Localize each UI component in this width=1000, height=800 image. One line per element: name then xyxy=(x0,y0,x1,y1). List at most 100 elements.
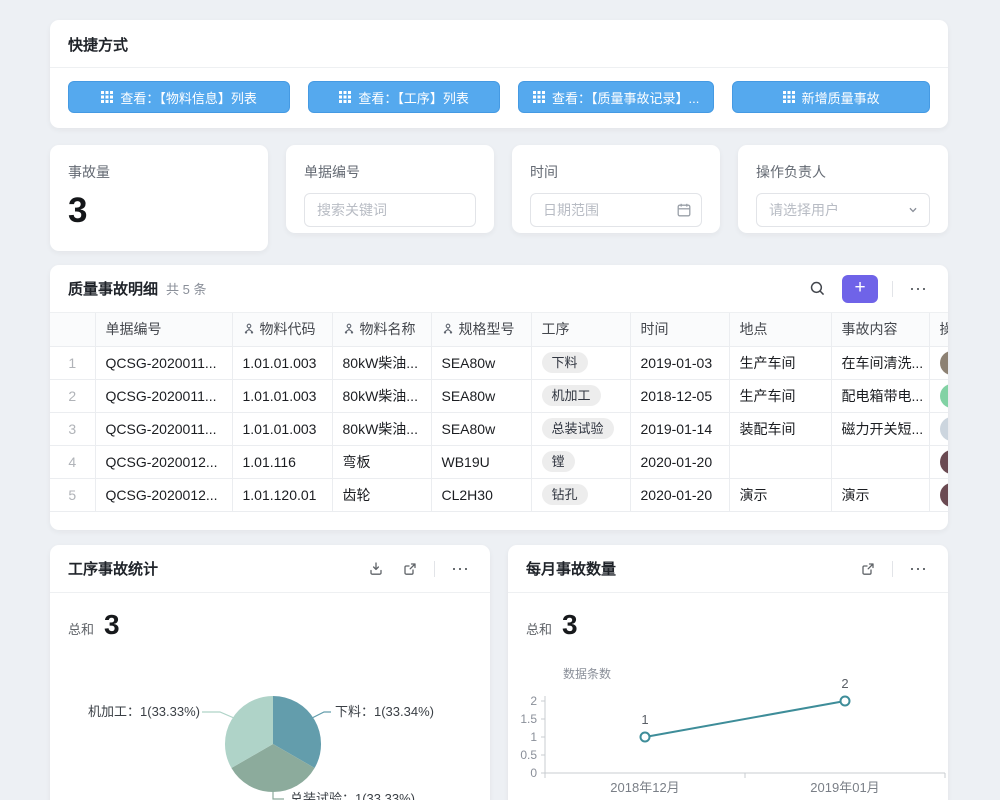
line-total-value: 3 xyxy=(562,609,578,641)
table-more-button[interactable]: ⋯ xyxy=(907,278,930,300)
table-toolbar: + ⋯ xyxy=(807,275,930,303)
cell-material-code: 1.01.116 xyxy=(232,445,332,478)
operator-select[interactable]: 请选择用户 xyxy=(756,193,930,227)
cell-date: 2019-01-03 xyxy=(630,346,729,379)
shortcut-button-incident-records[interactable]: 查看：【质量事故记录】... xyxy=(518,81,714,113)
x-tick-label: 2018年12月 xyxy=(610,780,679,795)
shortcut-button-new-incident[interactable]: 新增质量事故 xyxy=(732,81,930,113)
process-tag: 钻孔 xyxy=(542,484,588,506)
search-button[interactable] xyxy=(807,278,828,299)
search-icon xyxy=(809,280,826,297)
process-stats-header: 工序事故统计 ⋯ xyxy=(50,545,490,593)
expand-button[interactable] xyxy=(400,559,420,579)
col-spec[interactable]: 规格型号 xyxy=(431,313,531,346)
cell-operator xyxy=(929,478,948,511)
monthly-incidents-header: 每月事故数量 ⋯ xyxy=(508,545,948,593)
table-header-row: 单据编号 物料代码 物料名称 规格型号 工序 时间 地点 事故内容 操作负责人 xyxy=(50,313,948,346)
process-stats-more-button[interactable]: ⋯ xyxy=(449,558,472,580)
cell-content: 在车间清洗... xyxy=(831,346,929,379)
table-row[interactable]: 5 QCSG-2020012... 1.01.120.01 齿轮 CL2H30 … xyxy=(50,478,948,511)
shortcut-button-process-list[interactable]: 查看：【工序】列表 xyxy=(308,81,500,113)
col-process[interactable]: 工序 xyxy=(531,313,630,346)
process-stats-card: 工序事故统计 ⋯ 总和 3 xyxy=(50,545,490,800)
shortcut-label: 查看：【物料信息】列表 xyxy=(120,88,257,107)
col-content[interactable]: 事故内容 xyxy=(831,313,929,346)
y-axis-title: 数据条数 xyxy=(563,666,611,681)
linked-field-icon xyxy=(243,323,255,335)
cell-material-name: 80kW柴油... xyxy=(332,379,431,412)
cell-location: 生产车间 xyxy=(729,346,831,379)
incident-table-card: 质量事故明细 共 5 条 + ⋯ 单据编号 物料代码 物料名称 规格型号 xyxy=(50,265,948,530)
cell-spec: SEA80w xyxy=(431,379,531,412)
col-operator[interactable]: 操作负责人 xyxy=(929,313,948,346)
cell-material-code: 1.01.120.01 xyxy=(232,478,332,511)
add-record-button[interactable]: + xyxy=(842,275,878,303)
operator-select-placeholder: 请选择用户 xyxy=(769,200,839,220)
process-tag: 下料 xyxy=(542,352,588,374)
cell-operator xyxy=(929,346,948,379)
row-number: 1 xyxy=(50,346,95,379)
cell-content: 配电箱带电... xyxy=(831,379,929,412)
download-button[interactable] xyxy=(366,559,386,579)
col-material-code[interactable]: 物料代码 xyxy=(232,313,332,346)
grid-icon xyxy=(101,91,113,103)
expand-icon xyxy=(402,561,418,577)
monthly-incidents-more-button[interactable]: ⋯ xyxy=(907,558,930,580)
cell-material-name: 齿轮 xyxy=(332,478,431,511)
cell-location: 装配车间 xyxy=(729,412,831,445)
doc-no-filter-card: 单据编号 xyxy=(286,145,494,233)
cell-process: 总装试验 xyxy=(531,412,630,445)
monthly-line-chart[interactable]: 数据条数 2 1.5 1 0.5 0 1 2 xyxy=(508,658,948,800)
pie-callout-left: 机加工：1(33.33%) xyxy=(88,704,200,719)
cell-location: 演示 xyxy=(729,478,831,511)
table-row[interactable]: 2 QCSG-2020011... 1.01.01.003 80kW柴油... … xyxy=(50,379,948,412)
table-row[interactable]: 1 QCSG-2020011... 1.01.01.003 80kW柴油... … xyxy=(50,346,948,379)
cell-material-code: 1.01.01.003 xyxy=(232,412,332,445)
pie-total: 总和 3 xyxy=(68,609,490,637)
cell-material-name: 弯板 xyxy=(332,445,431,478)
cell-process: 机加工 xyxy=(531,379,630,412)
table-row[interactable]: 3 QCSG-2020011... 1.01.01.003 80kW柴油... … xyxy=(50,412,948,445)
x-tick-label: 2019年01月 xyxy=(810,780,879,795)
process-pie-chart[interactable]: 机加工：1(33.33%) 下料：1(33.34%) 总装试验：1(33.33%… xyxy=(50,658,490,800)
line-total-label: 总和 xyxy=(526,619,552,638)
doc-no-search-input[interactable] xyxy=(304,193,476,227)
pie-leader-bottom xyxy=(273,792,284,799)
row-number: 5 xyxy=(50,478,95,511)
avatar xyxy=(940,351,949,375)
cell-date: 2018-12-05 xyxy=(630,379,729,412)
cell-operator xyxy=(929,412,948,445)
expand-button[interactable] xyxy=(858,559,878,579)
shortcut-label: 查看：【质量事故记录】... xyxy=(552,88,699,107)
incident-total-value: 3 xyxy=(68,191,250,231)
pie-leader-left xyxy=(202,712,234,718)
toolbar-divider xyxy=(892,561,893,577)
pie-callout-right: 下料：1(33.34%) xyxy=(335,704,434,719)
data-point[interactable] xyxy=(641,733,650,742)
data-point[interactable] xyxy=(841,697,850,706)
calendar-icon[interactable] xyxy=(676,202,692,218)
cell-spec: CL2H30 xyxy=(431,478,531,511)
shortcut-button-material-list[interactable]: 查看：【物料信息】列表 xyxy=(68,81,290,113)
col-row-number xyxy=(50,313,95,346)
pie-total-value: 3 xyxy=(104,609,120,641)
cell-operator xyxy=(929,379,948,412)
toolbar-divider xyxy=(892,281,893,297)
cell-doc-no: QCSG-2020012... xyxy=(95,478,232,511)
monthly-incidents-title: 每月事故数量 xyxy=(526,558,616,579)
operator-filter-label: 操作负责人 xyxy=(756,162,930,182)
table-row[interactable]: 4 QCSG-2020012... 1.01.116 弯板 WB19U 镗 20… xyxy=(50,445,948,478)
y-tick-label: 2 xyxy=(530,694,537,708)
col-material-name[interactable]: 物料名称 xyxy=(332,313,431,346)
incident-table-count: 共 5 条 xyxy=(166,279,206,298)
col-date[interactable]: 时间 xyxy=(630,313,729,346)
cell-process: 下料 xyxy=(531,346,630,379)
shortcut-buttons: 查看：【物料信息】列表 查看：【工序】列表 查看：【质量事故记录】... 新增质… xyxy=(50,68,948,128)
incident-table-header: 质量事故明细 共 5 条 + ⋯ xyxy=(50,265,948,313)
col-location[interactable]: 地点 xyxy=(729,313,831,346)
process-tag: 机加工 xyxy=(542,385,601,407)
avatar xyxy=(940,417,949,441)
point-value-label: 2 xyxy=(841,676,848,691)
process-stats-title: 工序事故统计 xyxy=(68,558,158,579)
col-doc-no[interactable]: 单据编号 xyxy=(95,313,232,346)
